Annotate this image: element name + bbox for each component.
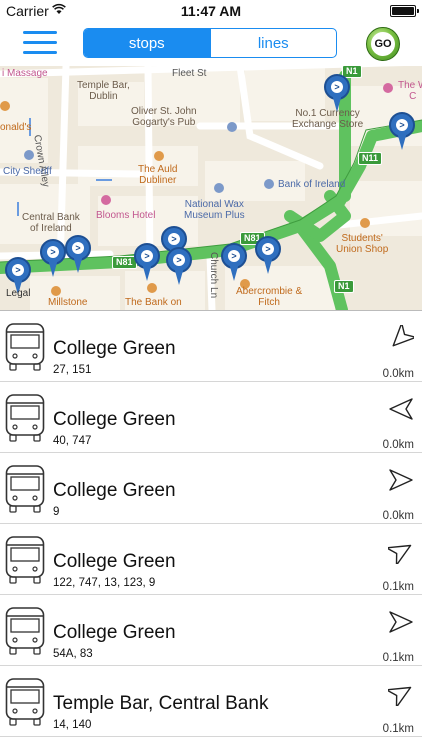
battery-icon xyxy=(390,5,419,17)
stop-name: College Green xyxy=(53,409,176,430)
stop-list: College Green 27, 151 0.0km College Gree… xyxy=(0,310,422,750)
map-label-city-sheriff: City Sheriff xyxy=(3,166,52,177)
stop-pin[interactable]: > xyxy=(221,243,247,283)
stop-routes: 122, 747, 13, 123, 9 xyxy=(53,577,156,589)
direction-arrow-icon xyxy=(389,398,413,420)
direction-arrow-icon xyxy=(388,686,412,706)
map-label-blooms-hotel: Blooms Hotel xyxy=(96,210,156,221)
stop-pin[interactable]: > xyxy=(40,239,66,279)
map-label-millstone: Millstone xyxy=(48,297,88,308)
stop-routes: 27, 151 xyxy=(53,364,92,376)
map-label-abercrombie: Abercrombie & Fitch xyxy=(236,286,303,308)
road-badge-n11: N11 xyxy=(358,152,383,165)
hamburger-icon xyxy=(23,31,57,34)
direction-arrow-icon xyxy=(392,325,414,347)
map-view[interactable]: i Massage Temple Bar, Dublin Fleet St Cr… xyxy=(0,66,422,310)
bus-icon xyxy=(5,536,45,584)
clock: 11:47 AM xyxy=(180,3,242,19)
stop-distance: 0.0km xyxy=(382,510,414,522)
bus-icon xyxy=(5,465,45,513)
bus-icon xyxy=(5,678,45,726)
status-bar: Carrier 11:47 AM xyxy=(0,0,422,22)
stop-routes: 40, 747 xyxy=(53,435,92,447)
road-badge-n81-left: N81 xyxy=(112,256,137,269)
stop-pin[interactable]: > xyxy=(134,243,160,283)
direction-arrow-icon xyxy=(388,544,412,564)
stop-pin[interactable]: > xyxy=(324,74,350,114)
stop-distance: 0.0km xyxy=(382,439,414,451)
map-label-students-union: Students' Union Shop xyxy=(336,233,389,255)
stop-routes: 9 xyxy=(53,506,60,518)
stop-row[interactable]: College Green 54A, 83 0.1km xyxy=(0,595,422,666)
stop-routes: 14, 140 xyxy=(53,719,92,731)
stop-pin[interactable]: > xyxy=(65,235,91,275)
map-label-central-bank: Central Bank of Ireland xyxy=(22,212,80,234)
stops-lines-segmented-control: stops lines xyxy=(83,28,337,58)
map-label-massage: i Massage xyxy=(2,68,48,79)
map-label-temple-bar: Temple Bar, Dublin xyxy=(77,80,130,102)
stop-name: College Green xyxy=(53,551,176,572)
bus-icon xyxy=(5,607,45,655)
stop-row[interactable]: College Green 40, 747 0.0km xyxy=(0,382,422,453)
stop-pin[interactable]: > xyxy=(166,247,192,287)
map-label-oliver-gogarty: Oliver St. John Gogarty's Pub xyxy=(131,106,197,128)
tab-lines[interactable]: lines xyxy=(209,29,337,57)
go-button[interactable]: GO xyxy=(366,27,400,61)
map-label-fleet-st: Fleet St xyxy=(172,68,207,79)
map-label-bank-on: The Bank on xyxy=(125,297,182,308)
map-label-mcdonalds: onald's xyxy=(0,122,32,133)
stop-name: College Green xyxy=(53,480,176,501)
stop-name: College Green xyxy=(53,338,176,359)
stop-pin[interactable]: > xyxy=(389,112,415,152)
direction-arrow-icon xyxy=(389,469,413,491)
stop-distance: 0.1km xyxy=(382,581,414,593)
road-badge-n1-bottom: N1 xyxy=(334,280,354,293)
map-label-church-ln: Church Ln xyxy=(208,252,219,299)
stop-routes: 54A, 83 xyxy=(53,648,93,660)
stop-pin[interactable]: > xyxy=(255,236,281,276)
stop-row[interactable]: College Green 122, 747, 13, 123, 9 0.1km xyxy=(0,524,422,595)
direction-arrow-icon xyxy=(389,611,413,633)
stop-distance: 0.1km xyxy=(382,652,414,664)
stop-row[interactable]: College Green 9 0.0km xyxy=(0,453,422,524)
stop-distance: 0.0km xyxy=(382,368,414,380)
map-legal-link[interactable]: Legal xyxy=(6,288,30,299)
tab-stops[interactable]: stops xyxy=(84,29,210,57)
map-label-the-w: The W C xyxy=(398,80,422,102)
map-label-bank-of-ireland: Bank of Ireland xyxy=(278,179,346,190)
stop-name: College Green xyxy=(53,622,176,643)
bus-icon xyxy=(5,323,45,371)
stop-distance: 0.1km xyxy=(382,723,414,735)
nav-bar: stops lines GO xyxy=(0,22,422,66)
map-label-wax-museum: National Wax Museum Plus xyxy=(184,199,245,221)
stop-row[interactable]: College Green 27, 151 0.0km xyxy=(0,311,422,382)
map-label-auld-dubliner: The Auld Dubliner xyxy=(138,164,178,186)
bus-icon xyxy=(5,394,45,442)
stop-row[interactable]: Temple Bar, Central Bank 14, 140 0.1km xyxy=(0,666,422,737)
go-label: GO xyxy=(371,32,395,56)
stop-name: Temple Bar, Central Bank xyxy=(53,693,269,714)
menu-button[interactable] xyxy=(23,28,57,58)
